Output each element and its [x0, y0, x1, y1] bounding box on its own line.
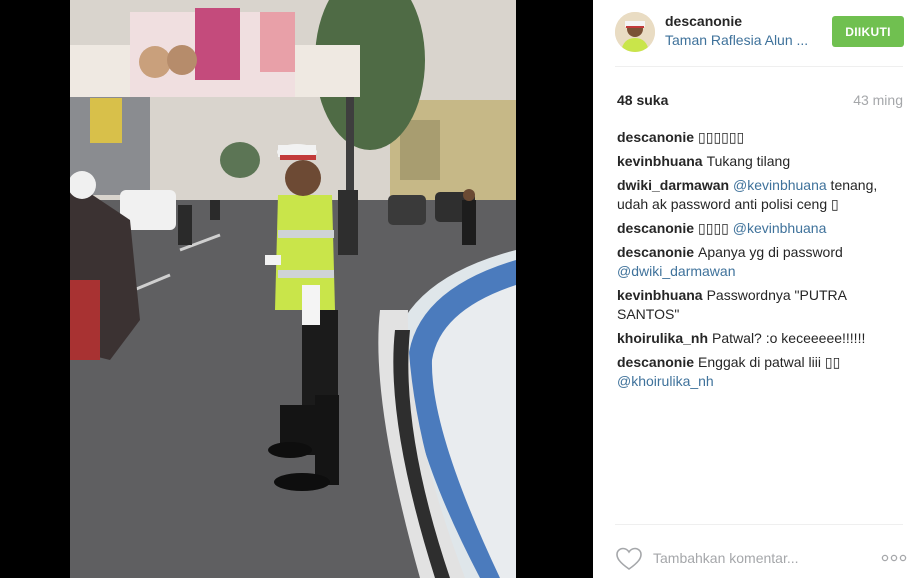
comment-item: descanonie ▯▯▯▯ @kevinbhuana — [617, 219, 902, 238]
comment-username[interactable]: descanonie — [617, 129, 694, 145]
comment-username[interactable]: descanonie — [617, 354, 694, 370]
post-photo[interactable] — [70, 0, 516, 578]
avatar[interactable] — [615, 12, 655, 52]
comment-item: descanonie ▯▯▯▯▯▯ — [617, 128, 902, 147]
comment-username[interactable]: dwiki_darmawan — [617, 177, 729, 193]
comment-text: Enggak di patwal liii ▯▯ — [698, 354, 841, 370]
comment-text: Tukang tilang — [706, 153, 791, 169]
comment-username[interactable]: descanonie — [617, 244, 694, 260]
header-divider — [615, 66, 903, 67]
comment-mention-link[interactable]: @khoirulika_nh — [617, 373, 714, 389]
post-detail-panel: descanonie Taman Raflesia Alun ... DIIKU… — [593, 0, 917, 578]
comment-item: descanonie Enggak di patwal liii ▯▯ @khoi… — [617, 353, 902, 391]
comment-username[interactable]: descanonie — [617, 220, 694, 236]
comment-text: ▯▯▯▯▯▯ — [698, 129, 745, 145]
comment-text: ▯▯▯▯ — [698, 220, 733, 236]
comment-item: khoirulika_nh Patwal? :o keceeeee!!!!!! — [617, 329, 902, 348]
comment-item: descanonie Apanya yg di password @dwiki_d… — [617, 243, 902, 281]
post-author-username[interactable]: descanonie — [665, 13, 742, 29]
comment-mention-link[interactable]: @dwiki_darmawan — [617, 263, 735, 279]
follow-button[interactable]: DIIKUTI — [832, 16, 904, 47]
post-footer — [615, 542, 907, 576]
comment-item: kevinbhuana Tukang tilang — [617, 152, 902, 171]
post-timestamp[interactable]: 43 ming — [853, 92, 903, 108]
post-location[interactable]: Taman Raflesia Alun ... — [665, 32, 817, 48]
comments-list: descanonie ▯▯▯▯▯▯ kevinbhuana Tukang tilang… — [617, 128, 902, 396]
add-comment-input[interactable] — [653, 547, 853, 569]
post-stats: 48 suka 43 ming — [615, 92, 903, 110]
comment-text: Patwal? :o keceeeee!!!!!! — [712, 330, 866, 346]
comment-text: Apanya yg di password — [698, 244, 843, 260]
comment-item: kevinbhuana Passwordnya "PUTRA SANTOS" — [617, 286, 902, 324]
comment-username[interactable]: khoirulika_nh — [617, 330, 708, 346]
avatar-image — [615, 12, 655, 52]
comment-username[interactable]: kevinbhuana — [617, 287, 703, 303]
comment-mention-link[interactable]: @kevinbhuana — [733, 220, 827, 236]
footer-divider — [615, 524, 903, 525]
likes-count[interactable]: 48 suka — [617, 92, 668, 108]
comment-item: dwiki_darmawan @kevinbhuana tenang, udah … — [617, 176, 902, 214]
heart-icon[interactable] — [615, 545, 643, 573]
comment-username[interactable]: kevinbhuana — [617, 153, 703, 169]
more-options-icon[interactable] — [881, 548, 907, 568]
photo-illustration — [70, 0, 516, 578]
comment-mention-link[interactable]: @kevinbhuana — [733, 177, 827, 193]
post-header: descanonie Taman Raflesia Alun ... DIIKU… — [593, 0, 917, 66]
